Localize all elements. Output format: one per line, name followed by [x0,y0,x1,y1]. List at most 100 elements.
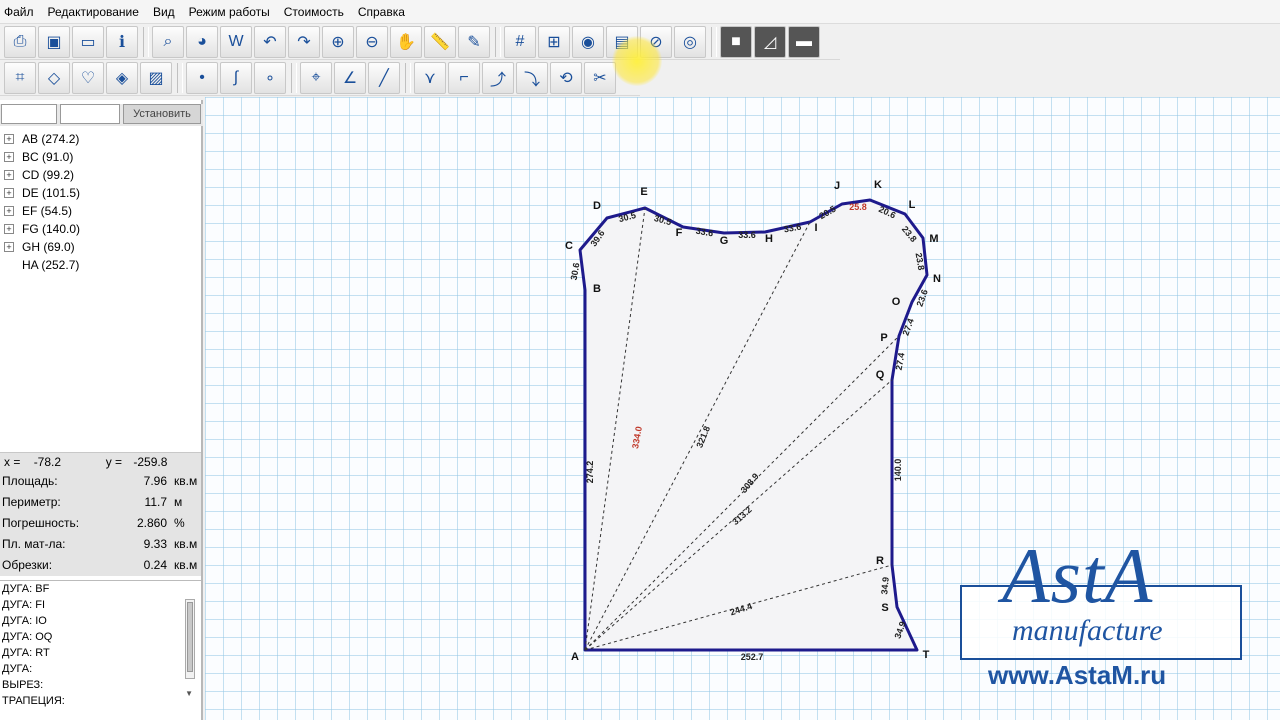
logo-title: AstA [1002,532,1154,619]
stats-panel: x = -78.2 y = -259.8 Площадь: 7.96 кв.м Пер… [0,452,201,576]
diamond-outline-button[interactable]: ◈ [106,61,138,94]
info-button[interactable]: ℹ [106,25,138,58]
expand-icon[interactable]: + [4,152,14,162]
zoom-in-button[interactable]: ⊕ [322,25,354,58]
list-item[interactable]: ДУГА: RT [0,645,201,661]
diamond-button[interactable]: ◇ [38,61,70,94]
tree-item[interactable]: + EF (54.5) [4,202,80,220]
value-input-2[interactable] [60,104,120,124]
pin-button[interactable]: ⌖ [300,61,332,94]
expand-icon[interactable]: + [4,170,14,180]
value-input-1[interactable] [1,104,57,124]
angle-button[interactable]: ∠ [334,61,366,94]
menu-item[interactable]: Режим работы [189,5,270,19]
line-button[interactable]: ▬ [788,25,820,58]
curve-tool-button[interactable]: ∫ [220,61,252,94]
stat-value: 0.24 [143,558,167,572]
slope-button[interactable]: ◿ [754,25,786,58]
menu-item[interactable]: Справка [358,5,405,19]
diamond-outline-icon: ◈ [115,69,129,87]
grid-button[interactable]: # [504,25,536,58]
cut-button[interactable]: ✂ [584,61,616,94]
stat-row: Пл. мат-ла: 9.33 кв.м [0,534,201,555]
scrollbar-thumb[interactable] [187,602,193,672]
point-label: H [765,233,773,245]
eye-alt-button[interactable]: ◎ [674,25,706,58]
menu-item[interactable]: Файл [4,5,34,19]
list-item[interactable]: ВЫРЕЗ: [0,677,201,693]
list-item[interactable]: ДУГА: OQ [0,629,201,645]
tree-item-label: DE (101.5) [22,186,81,200]
logo-url: www.AstaM.ru [988,660,1167,690]
tree-item[interactable]: + AB (274.2) [4,130,80,148]
curve-right-button[interactable]: ↷ [288,25,320,58]
tree-item[interactable]: + CD (99.2) [4,166,80,184]
dart-icon: ⋎ [424,69,436,87]
scrollbar[interactable] [185,599,195,679]
point-label: R [876,555,884,567]
set-button[interactable]: Установить [123,104,201,124]
expand-icon[interactable]: + [4,134,14,144]
line2-button[interactable]: ╱ [368,61,400,94]
arrow-path2-icon: ⤵ [523,71,540,89]
brush-button[interactable]: ✎ [458,25,490,58]
edge-length-label: 140.0 [893,459,903,482]
eye-slash-icon: ⊘ [649,33,663,51]
tree-item[interactable]: HA (252.7) [4,256,80,274]
menu-item[interactable]: Редактирование [48,5,139,19]
stat-value: 7.96 [143,474,167,488]
eye-slash-button[interactable]: ⊘ [640,25,672,58]
expand-icon[interactable]: + [4,206,14,216]
left-panel: Установить + AB (274.2) + BC (91.0) + CD (99.… [0,100,203,720]
open-folder-button[interactable]: ▭ [72,25,104,58]
step-button[interactable]: ⌐ [448,61,480,94]
brush-icon: ✎ [467,33,481,51]
curve-left-button[interactable]: ↶ [254,25,286,58]
zoom-page-button[interactable]: ⌕ [152,25,184,58]
list-item[interactable]: ДУГА: BF [0,581,201,597]
new-pattern-button[interactable]: ⎙ [4,25,36,58]
tree-item[interactable]: + FG (140.0) [4,220,80,238]
segment-tree: + AB (274.2) + BC (91.0) + CD (99.2) + DE (101.… [4,130,80,274]
operations-list[interactable]: ДУГА: BF ДУГА: FI ДУГА: IO ДУГА: OQ ДУГА: RT… [0,580,201,720]
dart-button[interactable]: ⋎ [414,61,446,94]
tree-item[interactable]: + DE (101.5) [4,184,80,202]
point-label: C [565,240,573,252]
point2-button[interactable]: ∘ [254,61,286,94]
menu-bar: Файл Редактирование Вид Режим работы Стоимос… [0,0,1280,24]
image-button[interactable]: ▨ [140,61,172,94]
eye-button[interactable]: ◉ [572,25,604,58]
zoom-out-button[interactable]: ⊖ [356,25,388,58]
arrow-path-button[interactable]: ⤴ [482,61,514,94]
menu-item[interactable]: Стоимость [284,5,344,19]
expand-icon[interactable]: + [4,242,14,252]
arrow-path2-button[interactable]: ⤵ [516,61,548,94]
menu-item[interactable]: Вид [153,5,175,19]
list-item[interactable]: ДУГА: FI [0,597,201,613]
stat-unit: кв.м [174,558,198,572]
ruler-button[interactable]: 📏 [424,25,456,58]
point-button[interactable]: • [186,61,218,94]
tree-item[interactable]: + BC (91.0) [4,148,80,166]
x-label: x = [4,455,21,469]
layer-eye-button[interactable]: ▤ [606,25,638,58]
list-item[interactable]: ТРАПЕЦИЯ: [0,693,201,709]
gray-square-button[interactable]: ■ [720,25,752,58]
rotate-button[interactable]: ⟲ [550,61,582,94]
expand-icon[interactable]: + [4,224,14,234]
scroll-down-icon[interactable]: ▼ [185,689,193,698]
heart-button[interactable]: ♡ [72,61,104,94]
stat-label: Периметр: [2,495,61,509]
save-button[interactable]: ▣ [38,25,70,58]
frame-button[interactable]: ⌗ [4,61,36,94]
snap-grid-button[interactable]: ⊞ [538,25,570,58]
list-item[interactable]: ДУГА: IO [0,613,201,629]
list-item[interactable]: ДУГА: [0,661,201,677]
pot-button[interactable]: ◕ [186,25,218,58]
hand-button[interactable]: ✋ [390,25,422,58]
tree-item[interactable]: + GH (69.0) [4,238,80,256]
w-tool-button[interactable]: W [220,25,252,58]
new-pattern-icon: ⎙ [13,32,27,50]
diamond-icon: ◇ [47,69,61,87]
expand-icon[interactable]: + [4,188,14,198]
